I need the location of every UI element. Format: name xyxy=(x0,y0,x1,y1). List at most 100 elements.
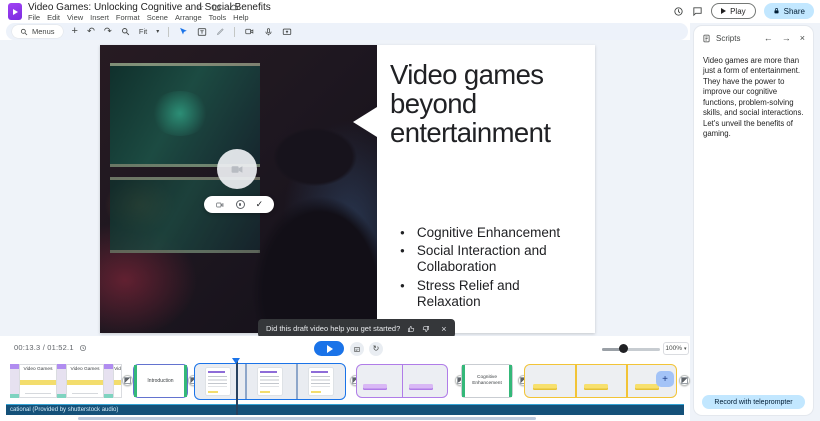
thumbs-down-icon[interactable] xyxy=(422,325,430,333)
clip-label: Introduction xyxy=(143,378,177,384)
transition-icon[interactable] xyxy=(679,375,690,386)
zoom-level-select[interactable]: 100% ▾ xyxy=(663,342,689,355)
menu-scene[interactable]: Scene xyxy=(147,13,168,22)
menu-arrange[interactable]: Arrange xyxy=(175,13,202,22)
clock-icon[interactable] xyxy=(79,344,87,352)
avatar-controls-toolbar: ✓ xyxy=(204,196,274,213)
audio-track[interactable]: cational (Provided by shutterstock audio… xyxy=(6,404,684,415)
close-panel-icon[interactable]: × xyxy=(800,33,805,43)
share-button-label: Share xyxy=(784,7,805,16)
play-icon xyxy=(721,8,726,14)
time-text: 00:13.3 / 01:52.1 xyxy=(14,343,74,352)
scene-thumb-strip[interactable] xyxy=(104,364,113,398)
main-toolbar: Menus + ↶ ↷ Fit ▾ xyxy=(6,23,688,40)
scene-thumb-label: Video Games xyxy=(67,365,103,373)
undo-icon[interactable]: ↶ xyxy=(87,27,95,37)
scene-thumbnail[interactable]: Video Games xyxy=(19,364,57,398)
redo-icon[interactable]: ↷ xyxy=(104,27,112,37)
play-preview-button[interactable]: Play xyxy=(711,3,756,19)
trim-handle[interactable] xyxy=(134,365,137,397)
record-with-teleprompter-button[interactable]: Record with teleprompter xyxy=(702,395,805,409)
thumbs-up-icon[interactable] xyxy=(407,325,415,333)
record-dot-button[interactable] xyxy=(236,200,245,209)
menu-bar: File Edit View Insert Format Scene Arran… xyxy=(28,13,249,22)
loop-option-button[interactable]: ↻ xyxy=(369,342,383,356)
purple-clip-group[interactable] xyxy=(356,364,448,398)
yellow-clip-group[interactable] xyxy=(524,364,677,398)
lock-icon xyxy=(773,7,780,15)
next-script-icon[interactable]: → xyxy=(782,33,791,43)
captions-option-button[interactable] xyxy=(350,342,364,356)
person-silhouette xyxy=(250,105,380,333)
playhead-line[interactable] xyxy=(236,359,238,415)
pen-tool-icon[interactable] xyxy=(216,27,225,36)
menu-edit[interactable]: Edit xyxy=(47,13,60,22)
scripts-panel-title: Scripts xyxy=(716,34,740,43)
video-canvas[interactable]: Video games beyond entertainment Cogniti… xyxy=(100,45,595,333)
captions-icon xyxy=(353,346,361,353)
gaming-photo-background[interactable] xyxy=(100,45,377,333)
speech-bubble-notch xyxy=(353,107,377,137)
add-clip-button[interactable]: + xyxy=(656,371,674,387)
bullet-item[interactable]: Cognitive Enhancement xyxy=(400,225,578,241)
zoom-tool-icon[interactable] xyxy=(121,27,130,36)
scene-thumb-strip[interactable] xyxy=(57,364,66,398)
bullet-text: Social Interaction and Collaboration xyxy=(417,243,578,275)
menu-file[interactable]: File xyxy=(28,13,40,22)
audio-track-label: cational (Provided by shutterstock audio… xyxy=(6,407,118,413)
avatar-placeholder[interactable] xyxy=(217,149,257,189)
playhead-handle[interactable] xyxy=(232,358,240,364)
bullet-item[interactable]: Social Interaction and Collaboration xyxy=(400,243,578,275)
script-text[interactable]: Video games are more than just a form of… xyxy=(703,56,804,140)
menu-view[interactable]: View xyxy=(67,13,83,22)
scene-thumbnail[interactable]: Video Games xyxy=(66,364,104,398)
playback-time-display: 00:13.3 / 01:52.1 xyxy=(14,343,87,352)
search-icon xyxy=(20,28,28,36)
menu-help[interactable]: Help xyxy=(233,13,248,22)
slide-bullet-list[interactable]: Cognitive Enhancement Social Interaction… xyxy=(400,225,578,312)
record-camera-icon[interactable] xyxy=(244,27,255,36)
menus-search-button[interactable]: Menus xyxy=(12,25,63,38)
menu-format[interactable]: Format xyxy=(116,13,140,22)
trim-handle[interactable] xyxy=(462,365,465,397)
comment-icon[interactable] xyxy=(692,6,703,17)
zoom-level-value: 100% xyxy=(665,345,682,352)
timeline-scrollbar[interactable] xyxy=(78,417,536,420)
insert-plus-icon[interactable]: + xyxy=(72,26,78,37)
previous-script-icon[interactable]: ← xyxy=(764,33,773,43)
share-button[interactable]: Share xyxy=(764,3,814,19)
scene-thumb-strip[interactable] xyxy=(10,364,19,398)
trim-handle[interactable] xyxy=(184,365,187,397)
present-icon[interactable] xyxy=(282,27,292,37)
menu-insert[interactable]: Insert xyxy=(90,13,109,22)
bullet-item[interactable]: Stress Relief and Relaxation xyxy=(400,278,578,310)
fit-dropdown-icon[interactable]: ▾ xyxy=(156,28,159,35)
intro-clip[interactable]: Introduction xyxy=(133,364,188,398)
cognitive-clip[interactable]: Cognitive Enhancement xyxy=(461,364,513,398)
menu-tools[interactable]: Tools xyxy=(209,13,227,22)
text-box-icon[interactable] xyxy=(197,27,207,37)
transition-icon[interactable] xyxy=(122,375,133,386)
toolbar-divider xyxy=(168,27,169,37)
clip-label: Cognitive Enhancement xyxy=(462,375,512,387)
vids-logo-icon[interactable] xyxy=(8,3,22,20)
move-folder-icon[interactable] xyxy=(212,3,221,12)
slide-title-text[interactable]: Video games beyond entertainment xyxy=(390,60,595,147)
selected-clip-group[interactable] xyxy=(194,363,346,400)
cloud-status-icon[interactable] xyxy=(229,3,239,12)
scene-thumb-label: Video Games xyxy=(20,365,56,373)
close-tooltip-icon[interactable]: × xyxy=(441,324,446,334)
camera-option-button[interactable] xyxy=(215,201,225,209)
bullet-text: Cognitive Enhancement xyxy=(417,225,560,241)
timeline-play-button[interactable] xyxy=(314,341,344,356)
star-icon[interactable]: ☆ xyxy=(196,3,204,12)
scene-thumbnail[interactable]: Vid xyxy=(113,364,122,398)
select-cursor-icon[interactable] xyxy=(178,27,188,37)
trim-handle[interactable] xyxy=(509,365,512,397)
fit-zoom-select[interactable]: Fit xyxy=(139,27,147,36)
version-history-icon[interactable] xyxy=(673,6,684,17)
confirm-check-button[interactable]: ✓ xyxy=(256,200,264,209)
chevron-down-icon: ▾ xyxy=(684,346,687,352)
slider-knob[interactable] xyxy=(619,344,628,353)
mic-icon[interactable] xyxy=(264,27,273,37)
